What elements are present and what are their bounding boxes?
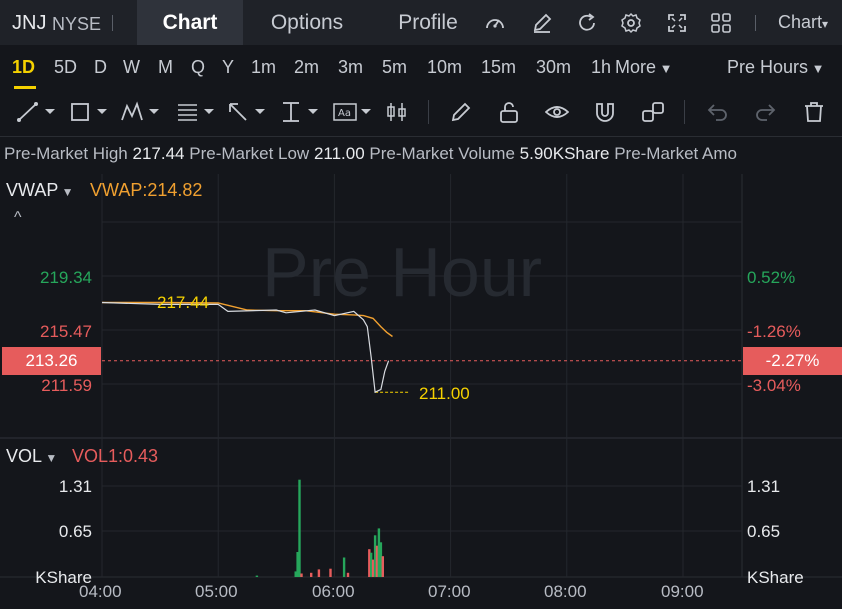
x-tick: 06:00 [312,582,355,601]
watermark: Pre Hour [262,233,543,311]
volume-bar [300,573,303,577]
volume-bar [310,572,313,577]
volume-bar [381,556,384,577]
x-tick: 08:00 [544,582,587,601]
vwap-label: VWAP [6,180,59,200]
volume-bars [255,479,384,577]
x-tick: 07:00 [428,582,471,601]
price-tick: 219.34 [40,268,92,287]
volume-bar [342,557,346,577]
vol-tick: 0.65 [747,522,781,541]
vol-tick: 1.31 [747,477,781,496]
vol-value: VOL1:0.43 [72,446,159,466]
pct-tick: 0.52% [747,268,796,287]
price-series [101,301,742,394]
vwap-indicator-select[interactable]: VWAP ▼ [6,180,74,201]
vol-label: VOL [6,446,43,466]
vol-indicator-select[interactable]: VOL ▼ [6,446,57,467]
x-tick: 09:00 [661,582,704,601]
collapse-icon[interactable]: ^ [14,209,22,227]
price-line [101,301,390,394]
volume-bar [329,568,332,577]
volume-bar [255,575,259,577]
vol-tick: 0.65 [58,522,92,541]
x-tick: 05:00 [195,582,238,601]
caret-down-icon: ▼ [42,451,58,465]
current-pct-badge: -2.27% [743,347,842,375]
x-tick: 04:00 [79,582,122,601]
current-price-badge: 213.26 [2,347,101,375]
caret-down-icon: ▼ [58,185,74,199]
volume-bar [317,569,321,577]
pct-tick: -1.26% [747,322,801,341]
price-tick: 215.47 [40,322,92,341]
price-tick: 211.59 [41,376,92,395]
vwap-value: VWAP:214.82 [90,180,203,200]
volume-bar [346,572,350,577]
volume-bar [298,479,301,577]
low-annotation: 211.00 [419,384,470,403]
high-annotation: 217.44 [157,293,209,312]
vol-tick: 1.31 [58,477,92,496]
pct-tick: -3.04% [747,376,801,395]
vol-unit: KShare [747,568,804,587]
